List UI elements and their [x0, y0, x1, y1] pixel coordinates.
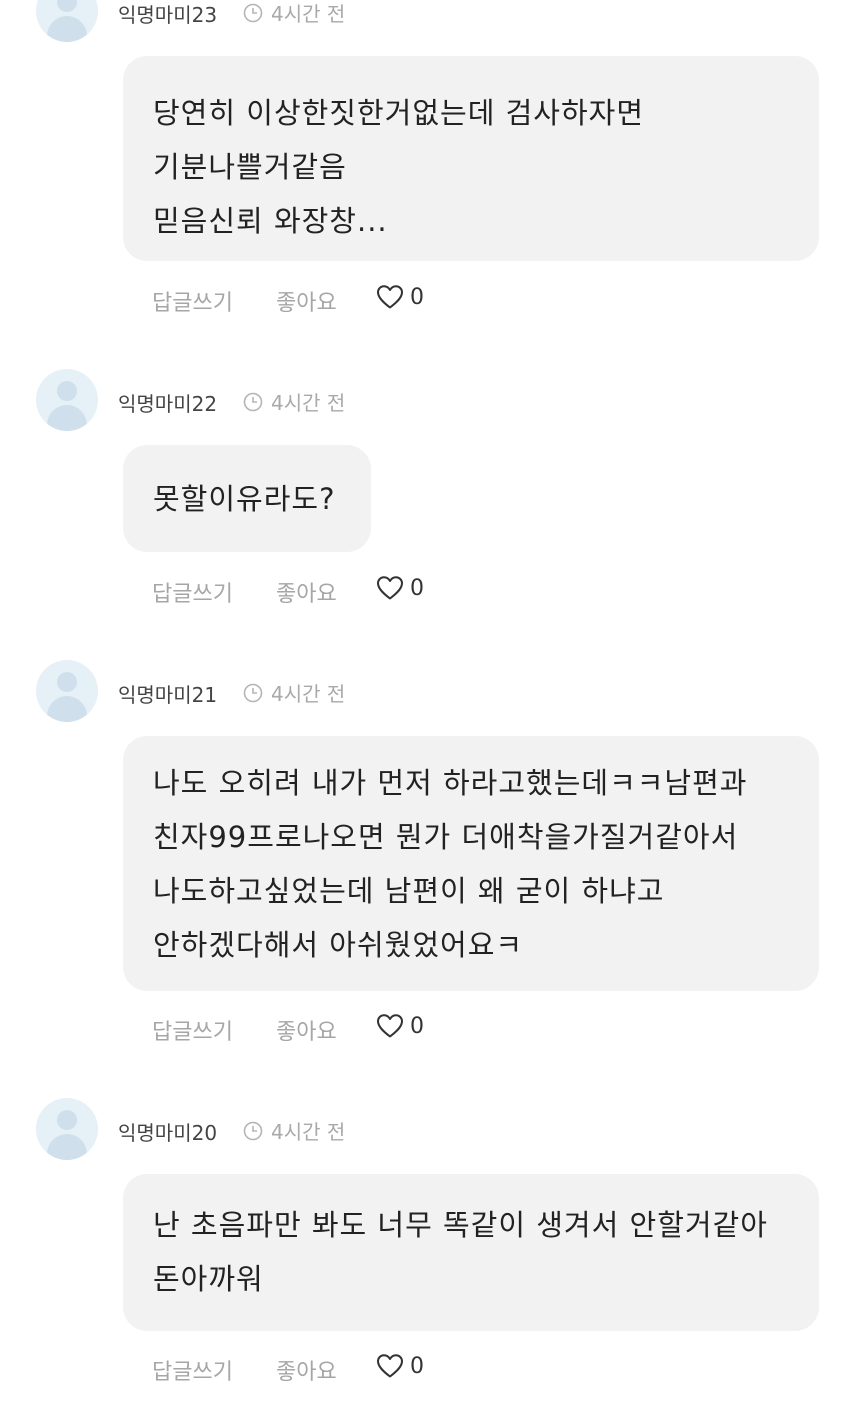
comment-text-line: 친자99프로나오면 뭔가 더애착을가질거같아서: [153, 820, 739, 854]
comment-header: 익명마미21 4시간 전: [0, 660, 850, 724]
author-nickname[interactable]: 익명마미20: [118, 1117, 217, 1146]
avatar-head-shape: [57, 672, 77, 692]
avatar-body-shape: [47, 696, 87, 722]
like-button[interactable]: 좋아요: [276, 285, 337, 317]
comment-text-line: 나도 오히려 내가 먼저 하라고했는데ㅋㅋ남편과: [153, 766, 748, 800]
avatar-head-shape: [57, 381, 77, 401]
comment-text-line: 못할이유라도?: [153, 482, 336, 516]
like-toggle[interactable]: 0: [376, 1353, 424, 1379]
avatar-body-shape: [47, 405, 87, 431]
comment-text-line: 안하겠다해서 아쉬웠었어요ㅋ: [153, 928, 524, 962]
avatar-head-shape: [57, 1110, 77, 1130]
heart-icon: [377, 1014, 403, 1038]
like-count: 0: [410, 575, 424, 601]
like-toggle[interactable]: 0: [376, 284, 424, 310]
author-nickname[interactable]: 익명마미23: [118, 0, 217, 28]
comment-text-line: 나도하고싶었는데 남편이 왜 굳이 하냐고: [153, 874, 665, 908]
like-toggle[interactable]: 0: [376, 1013, 424, 1039]
like-button[interactable]: 좋아요: [276, 1014, 337, 1046]
avatar-body-shape: [47, 1134, 87, 1160]
comment-header: 익명마미23 4시간 전: [0, 0, 850, 44]
comment-text-line: 난 초음파만 봐도 너무 똑같이 생겨서 안할거같아: [153, 1208, 768, 1242]
like-toggle[interactable]: 0: [376, 575, 424, 601]
like-count: 0: [410, 284, 424, 310]
comment-bubble: 못할이유라도?: [123, 445, 371, 552]
time-text: 4시간 전: [271, 682, 346, 706]
author-nickname[interactable]: 익명마미22: [118, 388, 217, 417]
comment-timestamp: 4시간 전: [243, 678, 346, 706]
reply-button[interactable]: 답글쓰기: [152, 1014, 233, 1046]
comment-bubble: 난 초음파만 봐도 너무 똑같이 생겨서 안할거같아 돈아까워: [123, 1174, 819, 1331]
heart-icon: [377, 576, 403, 600]
reply-button[interactable]: 답글쓰기: [152, 285, 233, 317]
like-button[interactable]: 좋아요: [276, 1354, 337, 1386]
avatar[interactable]: [36, 369, 98, 431]
avatar[interactable]: [36, 0, 98, 42]
heart-icon: [377, 1354, 403, 1378]
avatar[interactable]: [36, 1098, 98, 1160]
like-count: 0: [410, 1353, 424, 1379]
avatar[interactable]: [36, 660, 98, 722]
avatar-head-shape: [57, 0, 77, 12]
clock-icon: [243, 1121, 263, 1140]
like-button[interactable]: 좋아요: [276, 576, 337, 608]
clock-icon: [243, 392, 263, 411]
time-text: 4시간 전: [271, 2, 346, 26]
reply-button[interactable]: 답글쓰기: [152, 576, 233, 608]
comment-header: 익명마미22 4시간 전: [0, 369, 850, 433]
comment-bubble: 나도 오히려 내가 먼저 하라고했는데ㅋㅋ남편과 친자99프로나오면 뭔가 더애…: [123, 736, 819, 991]
comment-timestamp: 4시간 전: [243, 1116, 346, 1144]
comment-header: 익명마미20 4시간 전: [0, 1098, 850, 1162]
time-text: 4시간 전: [271, 391, 346, 415]
comment-bubble: 당연히 이상한짓한거없는데 검사하자면 기분나쁠거같음 믿음신뢰 와장창...: [123, 56, 819, 261]
author-nickname[interactable]: 익명마미21: [118, 679, 217, 708]
comment-text-line: 돈아까워: [153, 1262, 264, 1296]
comment-text-line: 당연히 이상한짓한거없는데 검사하자면: [153, 96, 644, 130]
avatar-body-shape: [47, 16, 87, 42]
like-count: 0: [410, 1013, 424, 1039]
clock-icon: [243, 683, 263, 702]
comment-text-line: 믿음신뢰 와장창...: [153, 204, 388, 238]
clock-icon: [243, 3, 263, 22]
comment-timestamp: 4시간 전: [243, 0, 346, 26]
time-text: 4시간 전: [271, 1120, 346, 1144]
heart-icon: [377, 285, 403, 309]
reply-button[interactable]: 답글쓰기: [152, 1354, 233, 1386]
comment-text-line: 기분나쁠거같음: [153, 150, 347, 184]
comment-timestamp: 4시간 전: [243, 387, 346, 415]
